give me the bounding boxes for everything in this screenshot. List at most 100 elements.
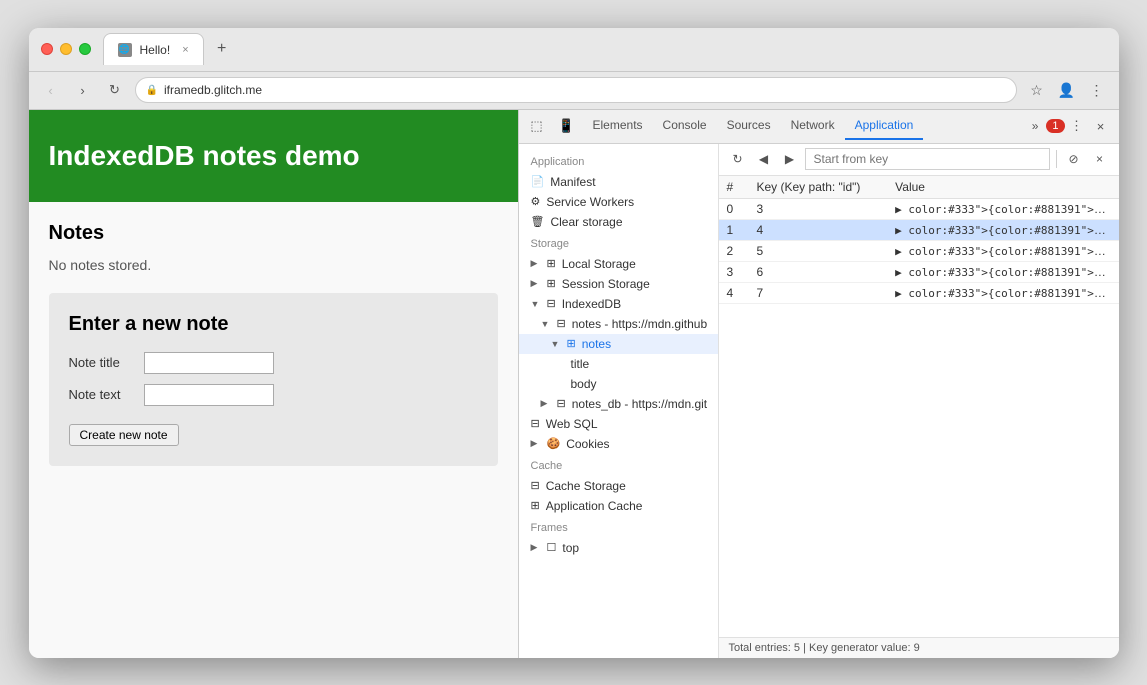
no-notes-text: No notes stored.	[49, 257, 498, 273]
col-header-value[interactable]: Value	[887, 176, 1118, 199]
sidebar-item-application-cache[interactable]: ⊞ Application Cache	[519, 496, 718, 516]
devtools-tab-bar: ⬚ 📱 Elements Console Sources Network App…	[519, 110, 1119, 144]
notes-db2-label: notes_db - https://mdn.git	[572, 397, 707, 411]
note-title-label: Note title	[69, 355, 134, 370]
col-header-key[interactable]: Key (Key path: "id")	[749, 176, 888, 199]
note-title-input[interactable]	[144, 352, 274, 374]
sidebar-item-session-storage[interactable]: ▶ ⊞ Session Storage	[519, 274, 718, 294]
sidebar-item-service-workers[interactable]: ⚙ Service Workers	[519, 192, 718, 212]
note-text-input[interactable]	[144, 384, 274, 406]
row-value: ▶ color:#333">{color:#881391">title: "Ch…	[887, 219, 1118, 240]
col-header-hash: #	[719, 176, 749, 199]
table-row[interactable]: 03▶ color:#333">{color:#881391">title: "…	[719, 198, 1119, 219]
tab-close-button[interactable]: ×	[182, 44, 188, 56]
row-value: ▶ color:#333">{color:#881391">title: "Op…	[887, 282, 1118, 303]
address-bar: ‹ › ↻ 🔒 iframedb.glitch.me ☆ 👤 ⋮	[29, 72, 1119, 110]
close-window-button[interactable]	[41, 43, 53, 55]
sidebar-item-web-sql[interactable]: ⊟ Web SQL	[519, 414, 718, 434]
table-row[interactable]: 47▶ color:#333">{color:#881391">title: "…	[719, 282, 1119, 303]
tab-application[interactable]: Application	[845, 112, 924, 140]
title-bar: 🌐 Hello! × +	[29, 28, 1119, 72]
active-tab[interactable]: 🌐 Hello! ×	[103, 33, 204, 65]
minimize-window-button[interactable]	[60, 43, 72, 55]
web-sql-label: Web SQL	[546, 417, 598, 431]
menu-button[interactable]: ⋮	[1085, 78, 1109, 102]
device-toolbar-button[interactable]: 📱	[555, 114, 579, 138]
row-number: 4	[719, 282, 749, 303]
traffic-lights	[41, 43, 91, 55]
frames-section-label: Frames	[519, 516, 718, 538]
devtools-main-panel: ↻ ◀ ▶ ⊘ × #	[719, 144, 1119, 658]
sidebar-item-cache-storage[interactable]: ⊟ Cache Storage	[519, 476, 718, 496]
devtools-toolbar-left: ⬚ 📱	[525, 114, 579, 138]
create-note-button[interactable]: Create new note	[69, 424, 179, 446]
sidebar-item-title[interactable]: title	[519, 354, 718, 374]
next-button[interactable]: ▶	[779, 148, 801, 170]
back-button[interactable]: ‹	[39, 78, 63, 102]
cache-storage-icon: ⊟	[531, 479, 540, 492]
notes-section: Notes No notes stored.	[49, 222, 498, 273]
web-page: IndexedDB notes demo Notes No notes stor…	[29, 110, 519, 658]
session-storage-label: Session Storage	[562, 277, 650, 291]
service-workers-label: Service Workers	[546, 195, 634, 209]
devtools-more-button[interactable]: ⋮	[1065, 114, 1089, 138]
notes-db-icon: ⊟	[557, 317, 566, 330]
row-key: 7	[749, 282, 888, 303]
new-tab-button[interactable]: +	[208, 35, 236, 63]
more-tabs-button[interactable]: »	[1024, 115, 1047, 137]
tab-sources[interactable]: Sources	[717, 112, 781, 140]
notes-db-arrow: ▼	[541, 319, 551, 329]
delete-entry-button[interactable]: ⊘	[1063, 148, 1085, 170]
forward-button[interactable]: ›	[71, 78, 95, 102]
clear-storage-icon: 🗑	[531, 215, 545, 228]
data-table-wrap: # Key (Key path: "id") Value 03▶ color:#…	[719, 176, 1119, 637]
notes-store-icon: ⊞	[567, 337, 576, 350]
address-right-buttons: ☆ 👤 ⋮	[1025, 78, 1109, 102]
table-row[interactable]: 14▶ color:#333">{color:#881391">title: "…	[719, 219, 1119, 240]
notes-db-label: notes - https://mdn.github	[572, 317, 707, 331]
account-button[interactable]: 👤	[1055, 78, 1079, 102]
inspect-element-button[interactable]: ⬚	[525, 114, 549, 138]
row-key: 4	[749, 219, 888, 240]
tab-elements[interactable]: Elements	[583, 112, 653, 140]
row-key: 3	[749, 198, 888, 219]
table-row[interactable]: 25▶ color:#333">{color:#881391">title: "…	[719, 240, 1119, 261]
local-storage-icon: ⊞	[547, 257, 556, 270]
sidebar-item-indexeddb[interactable]: ▼ ⊟ IndexedDB	[519, 294, 718, 314]
prev-button[interactable]: ◀	[753, 148, 775, 170]
sidebar-item-cookies[interactable]: ▶ 🍪 Cookies	[519, 434, 718, 454]
tab-network[interactable]: Network	[781, 112, 845, 140]
row-number: 1	[719, 219, 749, 240]
tab-console[interactable]: Console	[653, 112, 717, 140]
sidebar-item-notes-store[interactable]: ▼ ⊞ notes	[519, 334, 718, 354]
session-storage-icon: ⊞	[547, 277, 556, 290]
sidebar-item-top[interactable]: ▶ ☐ top	[519, 538, 718, 558]
table-row[interactable]: 36▶ color:#333">{color:#881391">title: "…	[719, 261, 1119, 282]
manifest-icon: 📄	[531, 175, 545, 188]
tab-bar: 🌐 Hello! × +	[103, 33, 1107, 65]
sidebar-item-body[interactable]: body	[519, 374, 718, 394]
start-from-key-input[interactable]	[805, 148, 1050, 170]
refresh-data-button[interactable]: ↻	[727, 148, 749, 170]
indexeddb-label: IndexedDB	[562, 297, 621, 311]
bookmark-button[interactable]: ☆	[1025, 78, 1049, 102]
sidebar-item-manifest[interactable]: 📄 Manifest	[519, 172, 718, 192]
url-bar[interactable]: 🔒 iframedb.glitch.me	[135, 77, 1017, 103]
sidebar-item-clear-storage[interactable]: 🗑 Clear storage	[519, 212, 718, 232]
sidebar-item-notes-db[interactable]: ▼ ⊟ notes - https://mdn.github	[519, 314, 718, 334]
toolbar-separator	[1056, 150, 1057, 168]
url-text: iframedb.glitch.me	[164, 83, 262, 97]
row-value: ▶ color:#333">{color:#881391">title: "Sa…	[887, 198, 1118, 219]
maximize-window-button[interactable]	[79, 43, 91, 55]
new-note-section: Enter a new note Note title Note text Cr…	[49, 293, 498, 466]
sidebar-item-local-storage[interactable]: ▶ ⊞ Local Storage	[519, 254, 718, 274]
notes-db2-icon: ⊟	[557, 397, 566, 410]
row-key: 5	[749, 240, 888, 261]
cookies-label: Cookies	[566, 437, 609, 451]
refresh-button[interactable]: ↻	[103, 78, 127, 102]
devtools-close-button[interactable]: ×	[1089, 114, 1113, 138]
clear-table-button[interactable]: ×	[1089, 148, 1111, 170]
session-storage-arrow: ▶	[531, 278, 541, 289]
sidebar-item-notes-db2[interactable]: ▶ ⊟ notes_db - https://mdn.git	[519, 394, 718, 414]
devtools-secondary-toolbar: ↻ ◀ ▶ ⊘ ×	[719, 144, 1119, 176]
